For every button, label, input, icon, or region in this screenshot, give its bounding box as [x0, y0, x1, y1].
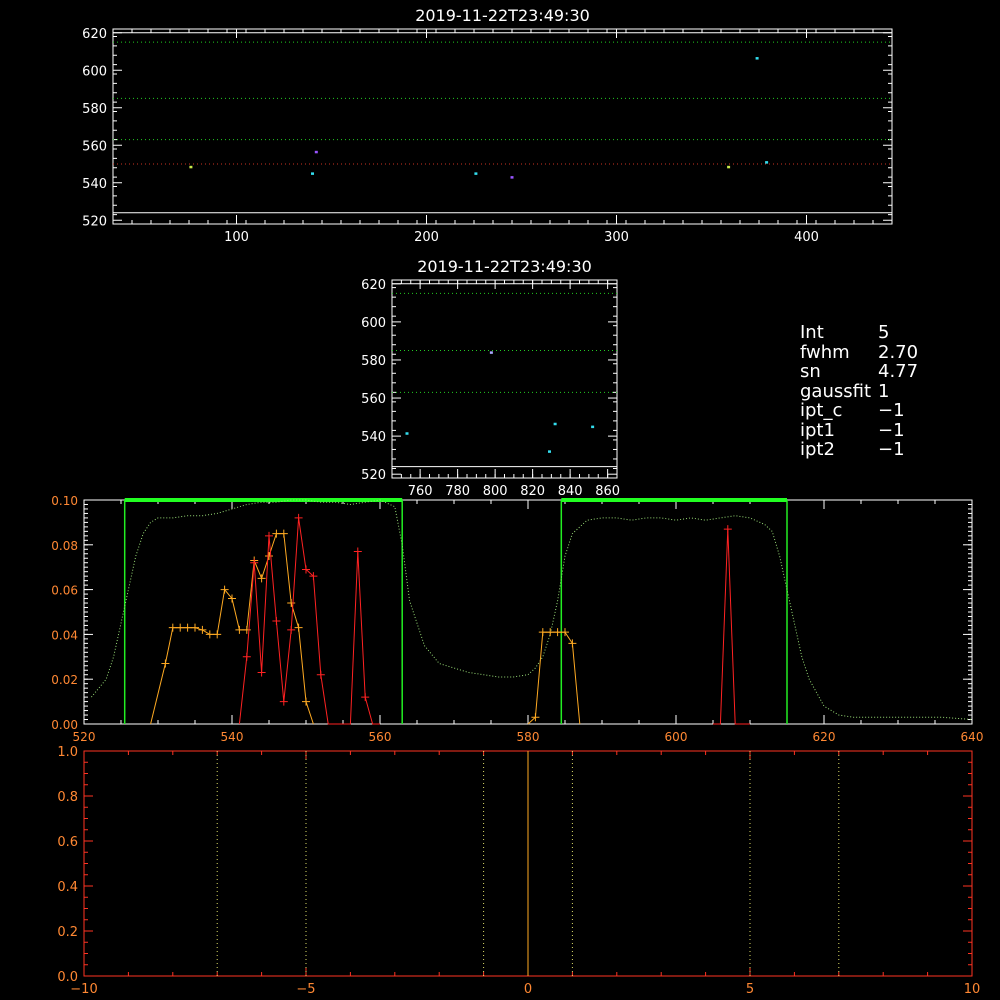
x-tick-label: 640 — [961, 730, 984, 744]
info-row-fwhm: fwhm 2.70 — [800, 341, 919, 363]
y-tick-label: 0.6 — [57, 835, 78, 850]
x-tick-label: 5 — [746, 982, 754, 997]
x-tick-label: −5 — [296, 982, 315, 997]
y-tick-label: 0.8 — [57, 790, 78, 805]
x-tick-label: 520 — [73, 730, 96, 744]
y-tick-label: 560 — [82, 139, 107, 154]
y-tick-label: 0.08 — [51, 539, 78, 553]
y-tick-label: 600 — [82, 64, 107, 79]
chart-title: 2019-11-22T23:49:30 — [417, 257, 592, 276]
y-tick-label: 600 — [361, 316, 386, 331]
data-point — [755, 57, 759, 60]
x-tick-label: 780 — [445, 484, 470, 499]
y-tick-label: 560 — [361, 392, 386, 407]
y-tick-label: 580 — [82, 102, 107, 117]
y-tick-label: 520 — [82, 214, 107, 229]
fit-info-panel: Int 5 fwhm 2.70 sn 4.77 gaussfit 1 ipt_c −1 i… — [800, 323, 918, 460]
data-point — [314, 150, 318, 154]
x-tick-label: 620 — [813, 730, 836, 744]
data-point — [311, 172, 314, 175]
data-point — [553, 422, 557, 426]
y-tick-label: 540 — [82, 177, 107, 192]
data-point — [727, 165, 731, 169]
data-point — [591, 425, 595, 429]
x-tick-label: 400 — [794, 230, 819, 245]
x-tick-label: 860 — [595, 484, 620, 499]
x-tick-label: 760 — [408, 484, 433, 499]
y-tick-label: 580 — [361, 354, 386, 369]
x-tick-label: 100 — [224, 230, 249, 245]
info-row-sn: sn 4.77 — [800, 361, 919, 382]
y-tick-label: 0.10 — [51, 494, 78, 508]
y-tick-label: 0.06 — [51, 584, 78, 598]
info-row-int: Int 5 — [800, 322, 890, 343]
y-tick-label: 520 — [361, 468, 386, 483]
data-point — [189, 165, 193, 169]
y-tick-label: 620 — [361, 278, 386, 293]
data-point — [405, 432, 409, 435]
x-tick-label: 600 — [665, 730, 688, 744]
x-tick-label: 580 — [517, 730, 540, 744]
info-row-ipt2: ipt2 −1 — [800, 439, 905, 460]
data-point — [489, 351, 493, 354]
data-point — [548, 450, 551, 453]
chart-title: 2019-11-22T23:49:30 — [415, 6, 590, 25]
y-tick-label: 620 — [82, 27, 107, 42]
info-row-ipt-c: ipt_c −1 — [800, 400, 905, 421]
plot-canvas: 2019-11-22T23:49:30100 200 300 400520540560… — [0, 0, 1000, 1000]
data-point — [510, 176, 514, 179]
y-tick-label: 0.4 — [57, 880, 78, 895]
x-tick-label: 10 — [964, 982, 981, 997]
x-tick-label: 840 — [558, 484, 583, 499]
info-row-ipt1: ipt1 −1 — [800, 419, 905, 441]
y-tick-label: 0.0 — [57, 970, 78, 985]
x-tick-label: 560 — [369, 730, 392, 744]
y-tick-label: 0.04 — [51, 628, 78, 642]
x-tick-label: 540 — [221, 730, 244, 744]
y-tick-label: 0.00 — [51, 718, 78, 732]
data-point — [474, 172, 478, 175]
x-tick-label: 820 — [520, 484, 545, 499]
x-tick-label: 300 — [604, 230, 629, 245]
y-tick-label: 1.0 — [57, 745, 78, 760]
data-point — [765, 161, 769, 164]
info-row-gaussfit: gaussfit 1 — [800, 380, 890, 402]
x-tick-label: 0 — [524, 982, 532, 997]
y-tick-label: 0.2 — [57, 925, 78, 940]
y-tick-label: 540 — [361, 430, 386, 445]
x-tick-label: 800 — [483, 484, 508, 499]
y-tick-label: 0.02 — [51, 673, 78, 687]
x-tick-label: 200 — [414, 230, 439, 245]
